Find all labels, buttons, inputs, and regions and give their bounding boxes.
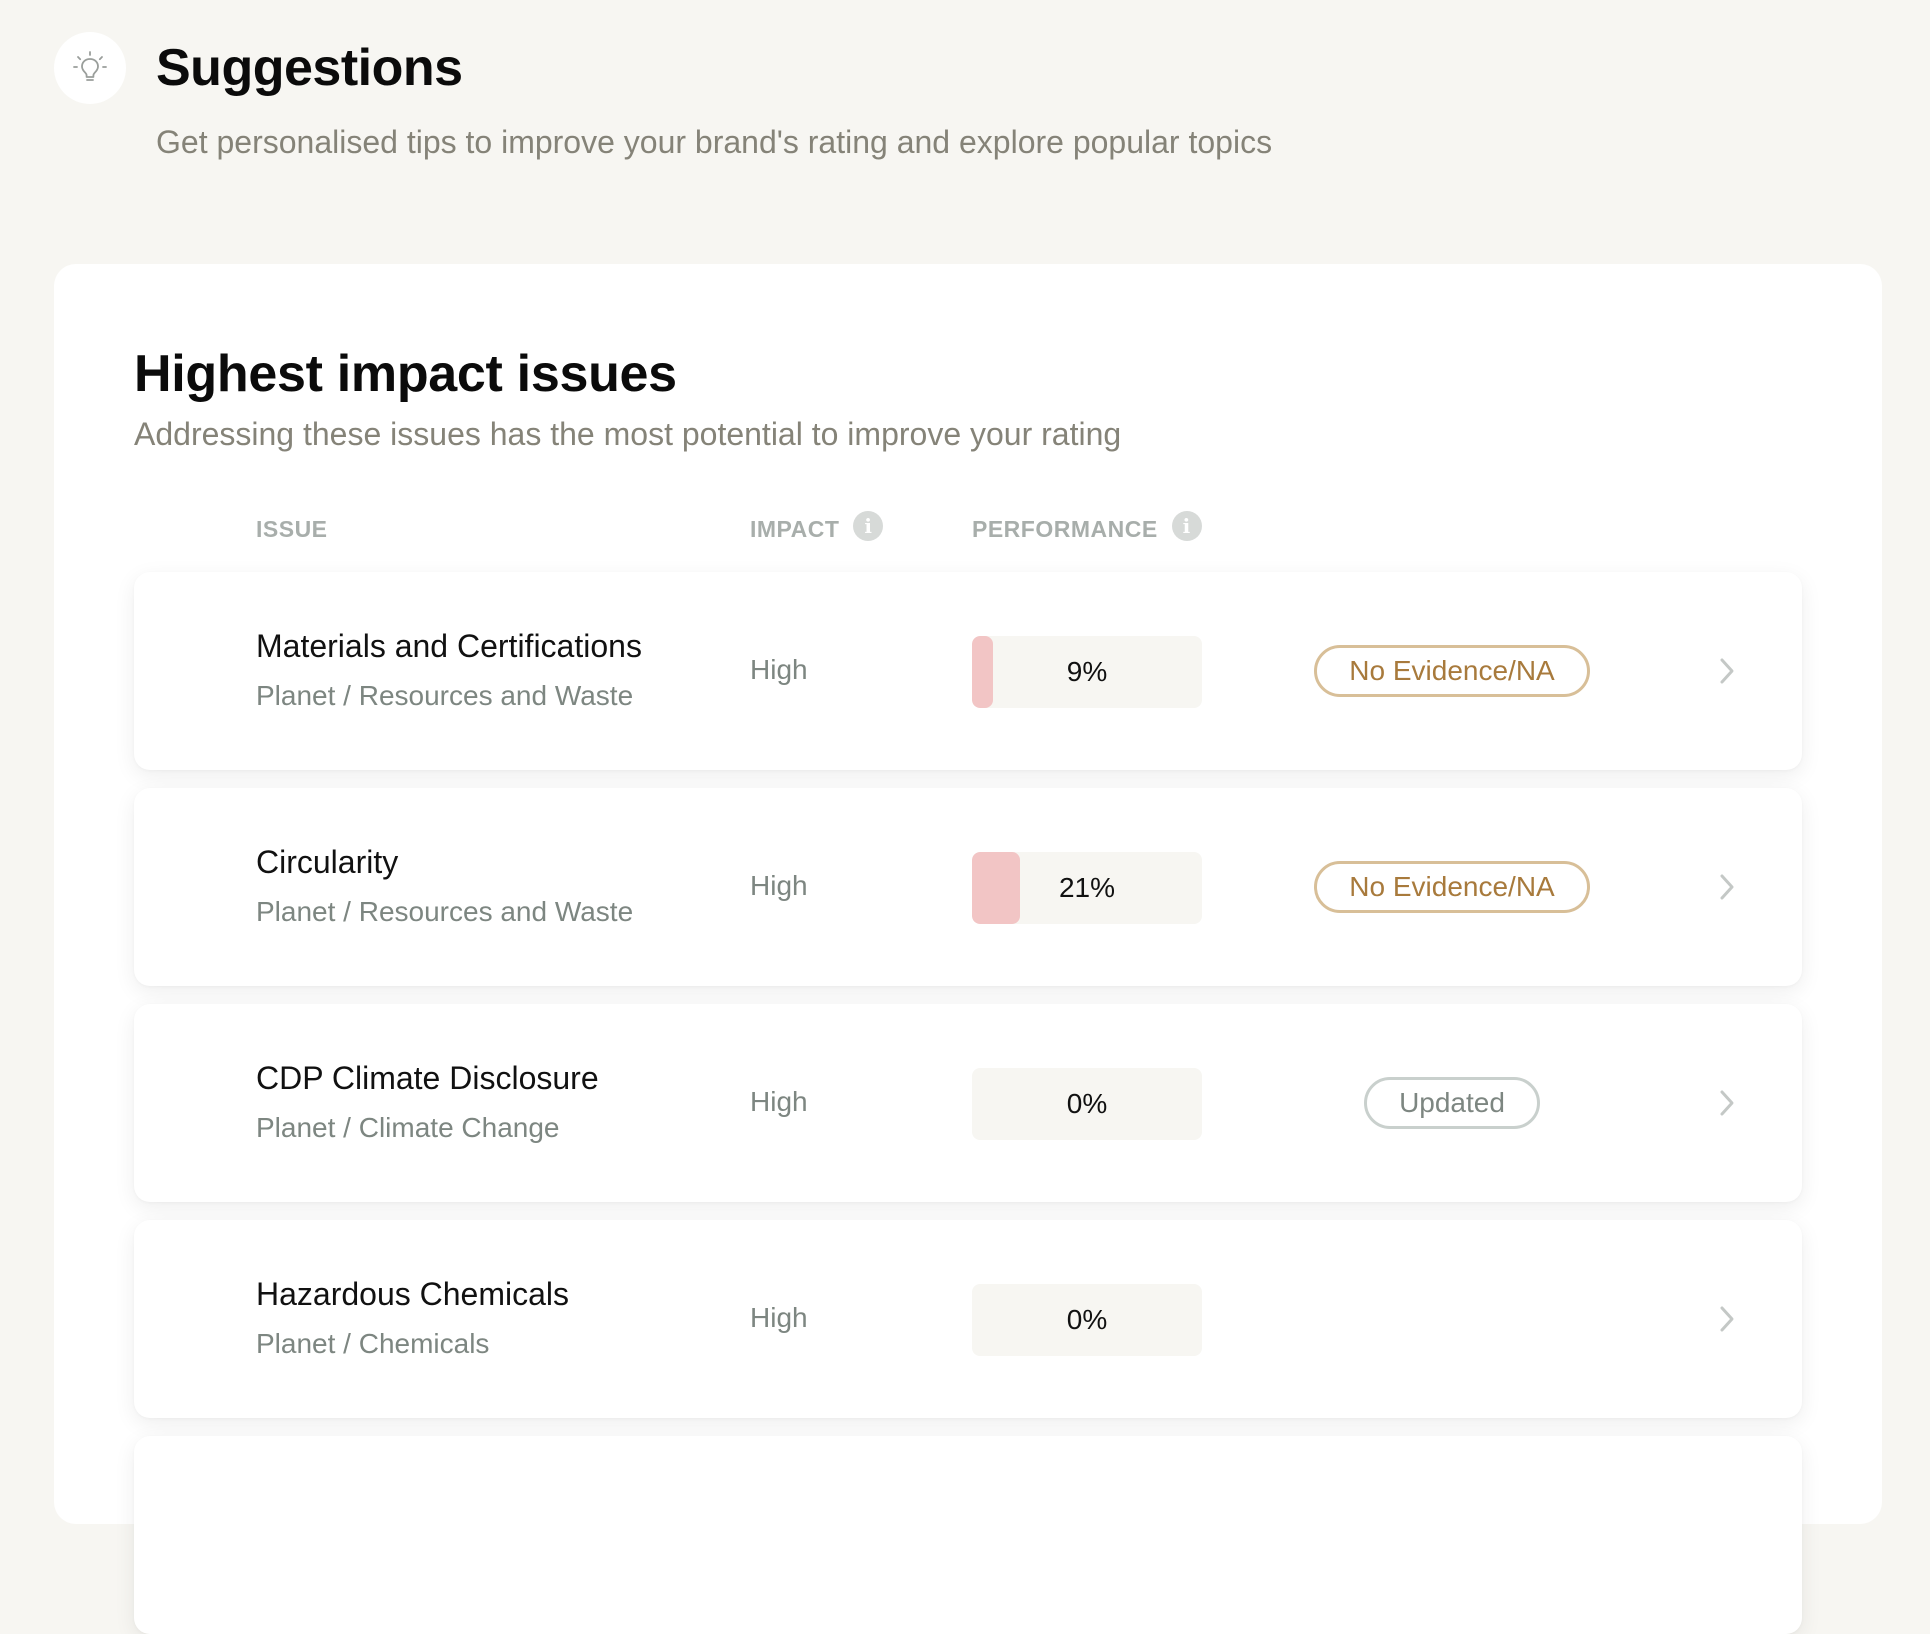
performance-value: 21% xyxy=(1058,872,1116,903)
performance-bar: 21% xyxy=(972,852,1202,924)
performance-info-icon[interactable]: i xyxy=(1171,511,1202,541)
page-subtitle: Get personalised tips to improve your br… xyxy=(156,124,1273,160)
issue-name: Materials and Certifications xyxy=(256,628,642,664)
issue-name: Hazardous Chemicals xyxy=(256,1276,570,1312)
chevron-right-icon[interactable] xyxy=(1710,1086,1744,1120)
section-subtitle: Addressing these issues has the most pot… xyxy=(134,416,1122,452)
performance-value: 0% xyxy=(1066,1088,1108,1119)
issue-name: Circularity xyxy=(256,844,399,880)
issue-category: Planet / Resources and Waste xyxy=(256,896,634,927)
issue-name: CDP Climate Disclosure xyxy=(256,1060,599,1096)
status-badge: No Evidence/NA xyxy=(1314,861,1590,913)
column-header-performance-label: PERFORMANCE xyxy=(972,515,1158,542)
column-header-performance: PERFORMANCE i xyxy=(972,511,1202,544)
impact-value: High xyxy=(750,654,808,685)
issue-row[interactable]: CDP Climate Disclosure Planet / Climate … xyxy=(134,1004,1802,1202)
impact-value: High xyxy=(750,1302,808,1333)
status-badge: Updated xyxy=(1364,1077,1540,1129)
performance-value: 9% xyxy=(1066,656,1108,687)
column-header-issue: ISSUE xyxy=(256,516,328,543)
impact-value: High xyxy=(750,870,808,901)
column-header-impact: IMPACT i xyxy=(750,511,884,544)
status-badge-wrap: Updated xyxy=(1308,1076,1596,1130)
impact-info-icon[interactable]: i xyxy=(853,511,884,541)
column-header-impact-label: IMPACT xyxy=(750,515,840,542)
section-title: Highest impact issues xyxy=(134,345,677,403)
issue-category: Planet / Resources and Waste xyxy=(256,680,634,711)
issue-category: Planet / Climate Change xyxy=(256,1112,560,1143)
issue-row[interactable] xyxy=(134,1436,1802,1634)
performance-bar: 9% xyxy=(972,636,1202,708)
issue-row[interactable]: Materials and Certifications Planet / Re… xyxy=(134,572,1802,770)
issues-card: Highest impact issues Addressing these i… xyxy=(54,264,1882,1634)
issue-row[interactable]: Circularity Planet / Resources and Waste… xyxy=(134,788,1802,986)
chevron-right-icon[interactable] xyxy=(1710,654,1744,688)
performance-bar: 0% xyxy=(972,1284,1202,1356)
status-badge-wrap: No Evidence/NA xyxy=(1308,860,1596,914)
issue-row[interactable]: Hazardous Chemicals Planet / Chemicals H… xyxy=(134,1220,1802,1418)
status-badge-wrap: No Evidence/NA xyxy=(1308,644,1596,698)
status-badge: No Evidence/NA xyxy=(1314,645,1590,697)
issue-category: Planet / Chemicals xyxy=(256,1328,490,1359)
lightbulb-icon xyxy=(54,32,126,104)
chevron-right-icon[interactable] xyxy=(1710,1302,1744,1336)
performance-bar: 0% xyxy=(972,1068,1202,1140)
performance-value: 0% xyxy=(1066,1304,1108,1335)
chevron-right-icon[interactable] xyxy=(1710,870,1744,904)
impact-value: High xyxy=(750,1086,808,1117)
page-title: Suggestions xyxy=(156,39,463,97)
column-header-issue-label: ISSUE xyxy=(256,516,328,542)
